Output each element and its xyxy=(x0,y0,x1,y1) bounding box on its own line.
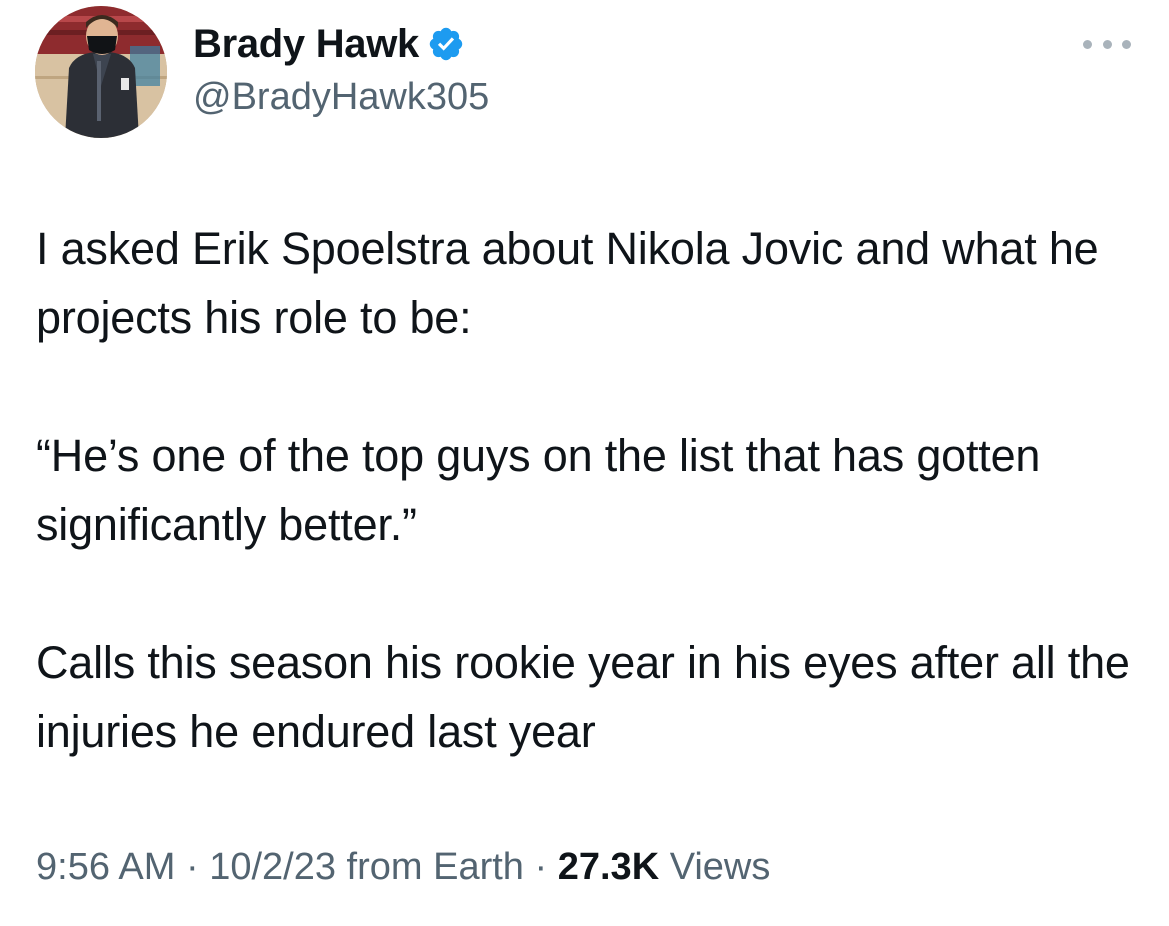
author-name-row[interactable]: Brady Hawk xyxy=(193,20,465,68)
tweet-card: Brady Hawk @BradyHawk305 I asked Erik Sp… xyxy=(0,0,1169,926)
author-display-name[interactable]: Brady Hawk xyxy=(193,22,419,67)
tweet-text: I asked Erik Spoelstra about Nikola Jovi… xyxy=(36,214,1146,766)
verified-badge-icon xyxy=(427,25,465,63)
meta-separator: · xyxy=(175,846,210,888)
tweet-paragraph: “He’s one of the top guys on the list th… xyxy=(36,430,1041,550)
tweet-paragraph: Calls this season his rookie year in his… xyxy=(36,637,1130,757)
more-horizontal-icon xyxy=(1102,39,1112,49)
tweet-paragraph: I asked Erik Spoelstra about Nikola Jovi… xyxy=(36,223,1099,343)
avatar-photo xyxy=(35,6,167,138)
avatar[interactable] xyxy=(35,6,167,138)
more-horizontal-icon xyxy=(1122,39,1131,49)
views-label: Views xyxy=(659,846,771,888)
views-count[interactable]: 27.3K xyxy=(558,846,659,888)
tweet-source: from Earth xyxy=(336,846,524,888)
tweet-date[interactable]: 10/2/23 xyxy=(209,846,336,888)
more-options-button[interactable] xyxy=(1083,30,1131,58)
tweet-time[interactable]: 9:56 AM xyxy=(36,846,175,888)
meta-separator: · xyxy=(523,846,558,888)
more-horizontal-icon xyxy=(1083,39,1092,49)
tweet-metadata: 9:56 AM · 10/2/23 from Earth · 27.3K Vie… xyxy=(36,846,770,889)
author-handle[interactable]: @BradyHawk305 xyxy=(193,76,489,119)
